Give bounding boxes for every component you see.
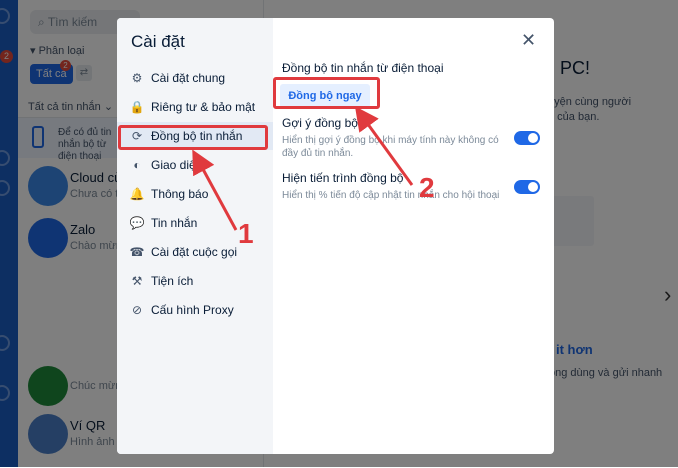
annotation-arrows <box>192 106 414 231</box>
arrow-to-sync-menu <box>192 149 238 231</box>
arrow-to-sync-button <box>354 106 414 186</box>
step-number-2: 2 <box>419 172 435 203</box>
step-number-1: 1 <box>238 218 254 249</box>
